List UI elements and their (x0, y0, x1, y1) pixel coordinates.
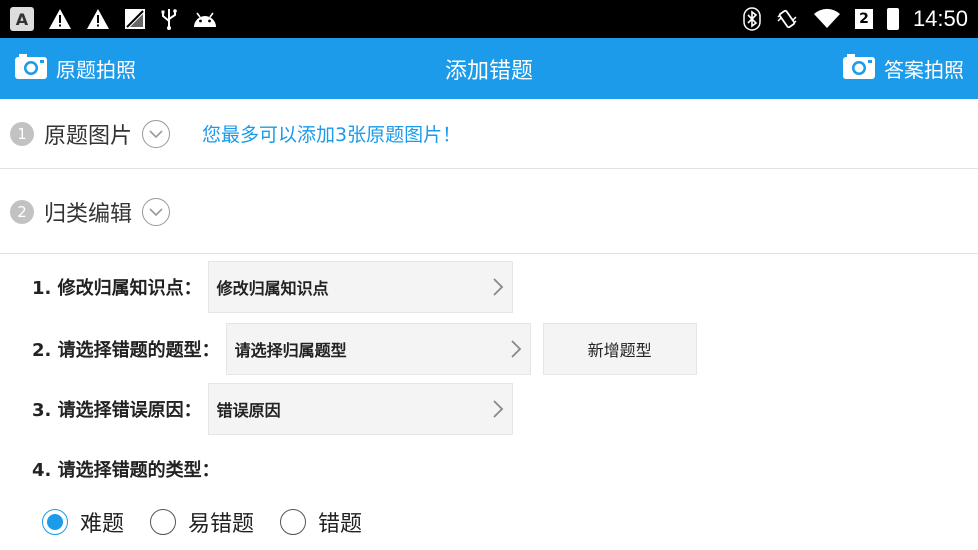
form-row-mistake-category: 4. 请选择错题的类型： (32, 446, 220, 492)
radio-hard[interactable]: 难题 (42, 506, 124, 538)
android-icon (192, 7, 218, 31)
error-reason-select[interactable]: 错误原因 (207, 383, 513, 435)
form-label: 4. 请选择错题的类型： (32, 460, 220, 481)
form-label: 1. 修改归属知识点： (32, 278, 202, 299)
select-value: 请选择归属题型 (234, 341, 347, 360)
step-number-badge: 1 (10, 121, 34, 146)
radio-button[interactable] (150, 509, 177, 535)
form-label: 2. 请选择错题的题型： (32, 340, 220, 361)
section-classify-edit: 2 归类编辑 (0, 170, 978, 254)
sim-icon: 2 (854, 9, 873, 29)
section-original-images: 1 原题图片 您最多可以添加3张原题图片！ (0, 99, 978, 169)
chevron-down-icon (149, 129, 163, 138)
form-label: 3. 请选择错误原因： (32, 400, 202, 421)
radio-button[interactable] (42, 509, 68, 535)
wifi-icon (813, 7, 841, 31)
section-title: 原题图片 (44, 123, 133, 149)
form-row-question-type: 2. 请选择错题的题型： 请选择归属题型 新增题型 (32, 323, 697, 375)
radio-label: 错题 (318, 512, 363, 537)
page-title-wrap: 添加错题 (0, 38, 978, 99)
answer-photo-button[interactable]: 答案拍照 (842, 38, 964, 99)
radio-selected-dot (47, 514, 63, 530)
usb-icon (160, 7, 178, 31)
no-signal-icon (124, 7, 146, 31)
radio-label: 难题 (80, 512, 125, 537)
answer-photo-label: 答案拍照 (884, 58, 964, 82)
bluetooth-icon (743, 7, 761, 31)
battery-icon (886, 7, 899, 31)
camera-icon (842, 52, 876, 85)
form-row-knowledge-point: 1. 修改归属知识点： 修改归属知识点 (32, 261, 513, 313)
radio-label: 易错题 (188, 512, 255, 537)
warning-icon (86, 7, 110, 31)
vibrate-icon (775, 7, 799, 31)
chevron-right-icon (493, 400, 503, 418)
add-question-type-button[interactable]: 新增题型 (542, 323, 697, 375)
status-left-icons: A (10, 7, 218, 31)
warning-icon (48, 7, 72, 31)
question-type-select[interactable]: 请选择归属题型 (225, 323, 531, 375)
radio-wrong[interactable]: 错题 (280, 506, 362, 538)
app-header: 原题拍照 添加错题 答案拍照 (0, 38, 978, 99)
status-right-icons: 2 14:50 (743, 6, 968, 32)
chevron-right-icon (511, 340, 521, 358)
section-title: 归类编辑 (44, 201, 133, 227)
radio-error-prone[interactable]: 易错题 (150, 506, 254, 538)
expand-toggle[interactable] (142, 119, 171, 148)
step-number-badge: 2 (10, 199, 34, 224)
status-time: 14:50 (912, 6, 968, 31)
select-value: 错误原因 (216, 401, 281, 420)
chevron-down-icon (149, 207, 163, 216)
image-limit-hint: 您最多可以添加3张原题图片！ (202, 124, 462, 146)
form-row-error-reason: 3. 请选择错误原因： 错误原因 (32, 383, 513, 435)
select-value: 修改归属知识点 (216, 279, 329, 298)
status-bar: A 2 14:50 (0, 0, 978, 38)
expand-toggle[interactable] (142, 197, 171, 226)
radio-button[interactable] (280, 509, 307, 535)
question-photo-button[interactable]: 原题拍照 (14, 38, 136, 99)
camera-icon (14, 52, 48, 85)
mistake-category-radio-group: 难题 易错题 错题 (42, 500, 362, 544)
notification-a-icon: A (10, 7, 34, 31)
page-title: 添加错题 (444, 58, 533, 84)
knowledge-point-select[interactable]: 修改归属知识点 (207, 261, 513, 313)
chevron-right-icon (493, 278, 503, 296)
question-photo-label: 原题拍照 (56, 58, 136, 82)
